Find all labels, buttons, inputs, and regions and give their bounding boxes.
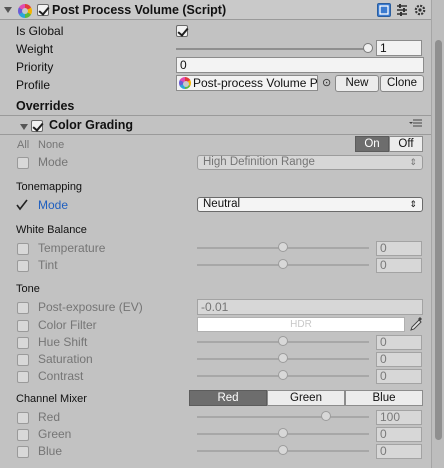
- color-grading-title: Color Grading: [49, 118, 134, 132]
- contrast-slider-thumb[interactable]: [278, 370, 288, 380]
- red-override-checkbox[interactable]: [17, 412, 29, 424]
- saturation-label: Saturation: [38, 352, 93, 366]
- dropdown-arrow-icon: ⇕: [409, 199, 417, 209]
- post-process-logo-icon: [18, 4, 32, 18]
- mode-override-checkbox[interactable]: [17, 157, 29, 169]
- tone-section-label: Tone: [16, 283, 40, 295]
- weight-slider-track[interactable]: [176, 48, 368, 50]
- gear-icon[interactable]: [413, 3, 427, 17]
- mode-label: Mode: [38, 155, 69, 169]
- component-title: Post Process Volume (Script): [52, 3, 227, 17]
- divider: [0, 134, 444, 135]
- channel-mixer-section-label: Channel Mixer: [16, 393, 87, 405]
- mode-dropdown[interactable]: High Definition Range ⇕: [197, 155, 423, 170]
- hdr-badge: HDR: [290, 319, 312, 330]
- mode-dropdown-value: High Definition Range: [203, 156, 315, 168]
- contrast-label: Contrast: [38, 369, 84, 383]
- hue-shift-value-field[interactable]: 0: [376, 335, 422, 350]
- book-icon[interactable]: [377, 3, 391, 17]
- is-global-label: Is Global: [16, 24, 64, 38]
- tonemapping-mode-dropdown[interactable]: Neutral ⇕: [197, 197, 423, 212]
- post-exposure-field[interactable]: -0.01: [197, 299, 423, 315]
- new-profile-button[interactable]: New: [335, 75, 379, 92]
- fold-arrow-icon[interactable]: [4, 7, 12, 13]
- post-exposure-label: Post-exposure (EV): [38, 300, 143, 314]
- priority-label: Priority: [16, 60, 54, 74]
- inspector-panel: Post Process Volume (Script) Is Global W…: [0, 0, 444, 468]
- tab-blue[interactable]: Blue: [345, 390, 423, 406]
- weight-field[interactable]: 1: [376, 40, 422, 56]
- white-balance-section-label: White Balance: [16, 224, 87, 236]
- off-toggle-button[interactable]: Off: [389, 136, 423, 152]
- red-label: Red: [38, 410, 61, 424]
- eyedropper-icon[interactable]: [409, 316, 423, 332]
- tint-slider-thumb[interactable]: [278, 259, 288, 269]
- post-exposure-override-checkbox[interactable]: [17, 302, 29, 314]
- tonemapping-section-label: Tonemapping: [16, 181, 83, 193]
- tint-override-checkbox[interactable]: [17, 260, 29, 272]
- green-label: Green: [38, 427, 72, 441]
- component-header[interactable]: Post Process Volume (Script): [0, 0, 444, 20]
- component-enabled-checkbox[interactable]: [37, 4, 49, 16]
- blue-slider-thumb[interactable]: [278, 445, 288, 455]
- blue-override-checkbox[interactable]: [17, 446, 29, 458]
- red-slider-track[interactable]: [197, 416, 369, 418]
- color-filter-swatch[interactable]: HDR: [197, 317, 405, 332]
- temperature-value-field[interactable]: 0: [376, 241, 422, 256]
- saturation-override-checkbox[interactable]: [17, 354, 29, 366]
- is-global-checkbox[interactable]: [176, 25, 188, 37]
- profile-field[interactable]: Post-process Volume P: [176, 75, 318, 91]
- none-toggle-link[interactable]: None: [38, 139, 64, 151]
- red-value-field[interactable]: 100: [376, 410, 422, 425]
- red-slider-thumb[interactable]: [321, 411, 331, 421]
- profile-asset-icon: [179, 77, 191, 89]
- color-filter-label: Color Filter: [38, 318, 97, 332]
- weight-slider-thumb[interactable]: [363, 43, 373, 53]
- vertical-scrollbar[interactable]: [431, 0, 444, 468]
- green-override-checkbox[interactable]: [17, 429, 29, 441]
- blue-value-field[interactable]: 0: [376, 444, 422, 459]
- tint-value-field[interactable]: 0: [376, 258, 422, 273]
- all-toggle-link[interactable]: All: [17, 139, 29, 151]
- object-picker-icon[interactable]: ⊙: [322, 76, 331, 89]
- list-icon[interactable]: [409, 117, 423, 129]
- priority-field[interactable]: 0: [176, 57, 424, 73]
- weight-label: Weight: [16, 42, 54, 56]
- blue-label: Blue: [38, 444, 63, 458]
- tonemapping-mode-value: Neutral: [203, 198, 241, 210]
- tab-red[interactable]: Red: [189, 390, 267, 406]
- saturation-slider-thumb[interactable]: [278, 353, 288, 363]
- temperature-label: Temperature: [38, 241, 106, 255]
- green-value-field[interactable]: 0: [376, 427, 422, 442]
- dropdown-arrow-icon: ⇕: [409, 157, 417, 167]
- on-toggle-button[interactable]: On: [355, 136, 389, 152]
- color-filter-override-checkbox[interactable]: [17, 320, 29, 332]
- sliders-icon[interactable]: [395, 3, 409, 17]
- color-grading-fold-arrow-icon[interactable]: [20, 124, 28, 130]
- green-slider-thumb[interactable]: [278, 428, 288, 438]
- hue-shift-override-checkbox[interactable]: [17, 337, 29, 349]
- tab-green[interactable]: Green: [267, 390, 345, 406]
- hue-shift-slider-thumb[interactable]: [278, 336, 288, 346]
- profile-label: Profile: [16, 78, 51, 92]
- saturation-value-field[interactable]: 0: [376, 352, 422, 367]
- tonemapping-mode-checkbox[interactable]: [16, 199, 28, 211]
- color-grading-enabled-checkbox[interactable]: [31, 120, 43, 132]
- profile-value: Post-process Volume P: [193, 76, 318, 90]
- contrast-override-checkbox[interactable]: [17, 371, 29, 383]
- temperature-override-checkbox[interactable]: [17, 243, 29, 255]
- clone-profile-button[interactable]: Clone: [380, 75, 424, 92]
- scrollbar-thumb[interactable]: [435, 40, 442, 440]
- hue-shift-label: Hue Shift: [38, 335, 88, 349]
- tint-label: Tint: [38, 258, 58, 272]
- temperature-slider-thumb[interactable]: [278, 242, 288, 252]
- divider: [0, 115, 444, 116]
- tonemapping-mode-label: Mode: [38, 198, 69, 212]
- contrast-value-field[interactable]: 0: [376, 369, 422, 384]
- overrides-heading: Overrides: [16, 99, 75, 113]
